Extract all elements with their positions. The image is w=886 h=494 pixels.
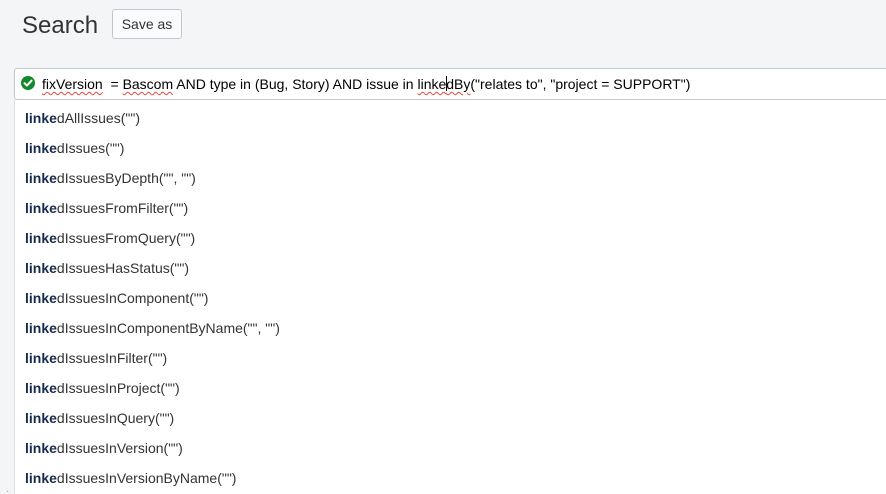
- query-function-before-caret: linke: [417, 76, 447, 92]
- autocomplete-item[interactable]: linkedIssuesFromFilter(""): [15, 190, 886, 220]
- autocomplete-item-rest: dIssuesInVersionByName(""): [56, 470, 237, 486]
- resize-grip-icon[interactable]: ···: [6, 487, 9, 494]
- autocomplete-item[interactable]: linkedIssuesInVersionByName(""): [15, 460, 886, 490]
- autocomplete-match-prefix: linke: [25, 230, 57, 246]
- page-title: Search: [22, 12, 99, 39]
- page-header: Search Save as: [0, 0, 886, 62]
- jql-search-input[interactable]: fixVersion = Bascom AND type in (Bug, St…: [14, 68, 886, 100]
- autocomplete-item-rest: dIssuesFromQuery(""): [56, 230, 196, 246]
- autocomplete-item-rest: dIssuesFromFilter(""): [56, 200, 189, 216]
- autocomplete-match-prefix: linke: [25, 200, 57, 216]
- autocomplete-item[interactable]: linkedIssuesInFilter(""): [15, 340, 886, 370]
- autocomplete-item-rest: dIssuesInQuery(""): [56, 410, 175, 426]
- autocomplete-match-prefix: linke: [25, 440, 57, 456]
- query-value: Bascom: [122, 76, 174, 92]
- autocomplete-item[interactable]: linkedIssues(""): [15, 130, 886, 160]
- autocomplete-match-prefix: linke: [25, 380, 57, 396]
- query-function: linkedBy: [417, 76, 470, 92]
- autocomplete-item-rest: dIssuesInFilter(""): [56, 350, 168, 366]
- query-operator: =: [102, 76, 123, 92]
- autocomplete-item-rest: dIssuesByDepth("", ""): [56, 170, 196, 186]
- autocomplete-item-rest: dIssues(""): [56, 140, 125, 156]
- save-as-button[interactable]: Save as: [112, 9, 182, 39]
- autocomplete-item-rest: dIssuesHasStatus(""): [56, 260, 190, 276]
- autocomplete-item[interactable]: linkedIssuesByDepth("", ""): [15, 160, 886, 190]
- left-gutter: ···: [0, 100, 14, 494]
- query-function-after-caret: dBy: [446, 76, 471, 92]
- autocomplete-item[interactable]: linkedIssuesInVersion(""): [15, 430, 886, 460]
- autocomplete-match-prefix: linke: [25, 140, 57, 156]
- autocomplete-item[interactable]: linkedIssuesHasStatus(""): [15, 250, 886, 280]
- autocomplete-match-prefix: linke: [25, 170, 57, 186]
- autocomplete-match-prefix: linke: [25, 260, 57, 276]
- autocomplete-match-prefix: linke: [25, 470, 57, 486]
- valid-check-icon: [21, 76, 35, 90]
- autocomplete-match-prefix: linke: [25, 110, 57, 126]
- autocomplete-item-rest: dIssuesInProject(""): [56, 380, 180, 396]
- jql-query-text: fixVersion = Bascom AND type in (Bug, St…: [42, 76, 690, 92]
- autocomplete-match-prefix: linke: [25, 350, 57, 366]
- autocomplete-item[interactable]: linkedIssuesInComponent(""): [15, 280, 886, 310]
- autocomplete-match-prefix: linke: [25, 290, 57, 306]
- autocomplete-item[interactable]: linkedAllIssues(""): [15, 100, 886, 130]
- autocomplete-match-prefix: linke: [25, 320, 57, 336]
- autocomplete-item[interactable]: linkedIssuesInProject(""): [15, 370, 886, 400]
- autocomplete-item[interactable]: linkedIssuesInQuery(""): [15, 400, 886, 430]
- query-args: ("relates to", "project = SUPPORT"): [470, 76, 691, 92]
- query-field: fixVersion: [42, 76, 103, 92]
- autocomplete-item-rest: dAllIssues(""): [56, 110, 140, 126]
- autocomplete-item[interactable]: linkedIssuesInComponentByName("", ""): [15, 310, 886, 340]
- query-middle: AND type in (Bug, Story) AND issue in: [173, 76, 418, 92]
- autocomplete-item[interactable]: linkedIssuesFromQuery(""): [15, 220, 886, 250]
- search-page: Search Save as fixVersion = Bascom AND t…: [0, 0, 886, 494]
- autocomplete-dropdown: linkedAllIssues("") linkedIssues("") linke…: [14, 100, 886, 494]
- autocomplete-match-prefix: linke: [25, 410, 57, 426]
- autocomplete-item-rest: dIssuesInComponentByName("", ""): [56, 320, 280, 336]
- autocomplete-item-rest: dIssuesInComponent(""): [56, 290, 209, 306]
- autocomplete-item-rest: dIssuesInVersion(""): [56, 440, 183, 456]
